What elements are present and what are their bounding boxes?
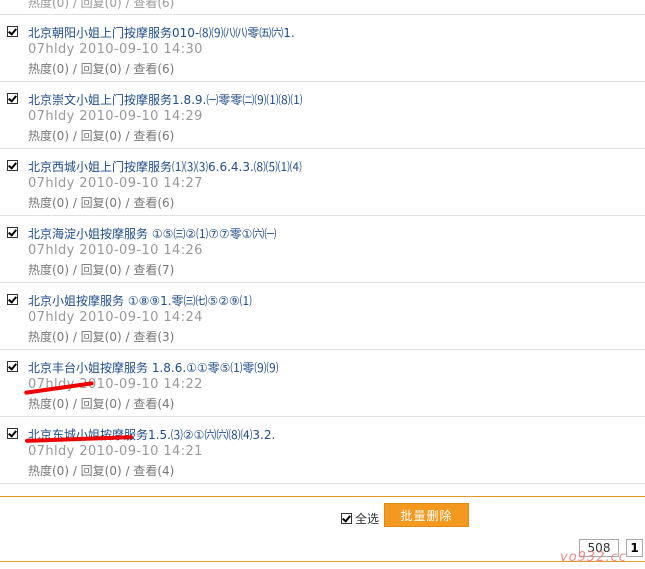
divider bbox=[0, 496, 645, 497]
item-title-link[interactable]: 北京海淀小姐按摩服务 ①⑤㈢②⑴⑦⑦零①㈥㈠ bbox=[28, 225, 276, 242]
item-meta: 07hldy 2010-09-10 14:21 bbox=[28, 444, 203, 459]
item-title-link[interactable]: 北京西城小姐上门按摩服务⑴⑶⑶6.6.4.3.⑻⑸⑴⑷ bbox=[28, 158, 302, 175]
item-checkbox[interactable] bbox=[7, 160, 18, 171]
list-item: 北京西城小姐上门按摩服务⑴⑶⑶6.6.4.3.⑻⑸⑴⑷ 07hldy 2010-… bbox=[0, 149, 645, 216]
item-title-link[interactable]: 北京丰台小姐按摩服务 1.8.6.①①零⑤⑴零⑼⑼ bbox=[28, 359, 278, 376]
item-checkbox[interactable] bbox=[7, 361, 18, 372]
item-stats: 热度(0) / 回复(0) / 查看(6) bbox=[28, 0, 175, 10]
item-checkbox[interactable] bbox=[7, 93, 18, 104]
list-item: 北京丰台小姐按摩服务 1.8.6.①①零⑤⑴零⑼⑼ 07hldy 2010-09… bbox=[0, 350, 645, 417]
item-stats: 热度(0) / 回复(0) / 查看(4) bbox=[28, 397, 175, 411]
list-item: 北京东城小姐按摩服务1.5.⑶②①㈥㈥⑻⑷3.2. 07hldy 2010-09… bbox=[0, 417, 645, 484]
item-title-link[interactable]: 北京朝阳小姐上门按摩服务010-⑻⑼㈧㈧零㈤㈥1. bbox=[28, 24, 295, 41]
divider bbox=[0, 561, 645, 562]
pager-current-page[interactable]: 1 bbox=[626, 539, 643, 557]
watermark: vo932.cc bbox=[560, 550, 627, 565]
item-checkbox[interactable] bbox=[7, 428, 18, 439]
item-title-link[interactable]: 北京小姐按摩服务 ①⑧⑨1.零㈢㈦⑤②⑨⑴ bbox=[28, 292, 252, 309]
item-stats: 热度(0) / 回复(0) / 查看(7) bbox=[28, 263, 175, 277]
item-stats: 热度(0) / 回复(0) / 查看(4) bbox=[28, 464, 175, 478]
item-stats: 热度(0) / 回复(0) / 查看(6) bbox=[28, 62, 175, 76]
select-all[interactable]: 全选 bbox=[341, 510, 379, 527]
item-meta: 07hldy 2010-09-10 14:30 bbox=[28, 42, 203, 57]
list-item: 北京海淀小姐按摩服务 ①⑤㈢②⑴⑦⑦零①㈥㈠ 07hldy 2010-09-10… bbox=[0, 216, 645, 283]
item-stats: 热度(0) / 回复(0) / 查看(6) bbox=[28, 129, 175, 143]
batch-delete-button[interactable]: 批量删除 bbox=[384, 503, 469, 527]
item-stats: 热度(0) / 回复(0) / 查看(3) bbox=[28, 330, 175, 344]
list-item: 北京崇文小姐上门按摩服务1.8.9.㈠零零㈡⑼⑴⑻⑴ 07hldy 2010-0… bbox=[0, 82, 645, 149]
list-item-partial: 热度(0) / 回复(0) / 查看(6) bbox=[0, 0, 645, 15]
select-all-label: 全选 bbox=[355, 512, 380, 526]
item-meta: 07hldy 2010-09-10 14:27 bbox=[28, 176, 203, 191]
item-meta: 07hldy 2010-09-10 14:29 bbox=[28, 109, 203, 124]
item-checkbox[interactable] bbox=[7, 26, 18, 37]
list-item: 北京朝阳小姐上门按摩服务010-⑻⑼㈧㈧零㈤㈥1. 07hldy 2010-09… bbox=[0, 15, 645, 82]
item-checkbox[interactable] bbox=[7, 294, 18, 305]
item-meta: 07hldy 2010-09-10 14:26 bbox=[28, 243, 203, 258]
item-checkbox[interactable] bbox=[7, 227, 18, 238]
item-title-link[interactable]: 北京崇文小姐上门按摩服务1.8.9.㈠零零㈡⑼⑴⑻⑴ bbox=[28, 91, 302, 108]
item-meta: 07hldy 2010-09-10 14:24 bbox=[28, 310, 203, 325]
item-stats: 热度(0) / 回复(0) / 查看(6) bbox=[28, 196, 175, 210]
list-item: 北京小姐按摩服务 ①⑧⑨1.零㈢㈦⑤②⑨⑴ 07hldy 2010-09-10 … bbox=[0, 283, 645, 350]
select-all-checkbox[interactable] bbox=[341, 513, 352, 524]
